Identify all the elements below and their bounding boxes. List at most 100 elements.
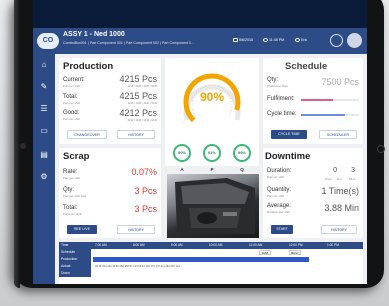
performance-label: P [210, 167, 214, 172]
scheduler-button[interactable]: SCHEDULER [319, 130, 357, 139]
duration-sublabel: Part per shift [267, 175, 285, 179]
fulfilment-label: Fulfilment: [267, 96, 295, 102]
oee-card: 90% 90% 91% 99% [165, 58, 259, 166]
page-title: ASSY 1 - Ned 1000 [63, 31, 125, 38]
scrap-qty-sublabel: Part per shift part [63, 194, 87, 198]
date-text: 6/6/2015 [239, 38, 253, 42]
qty-sublabel: Production Part [267, 84, 288, 88]
time-indicator: 11:45 PM [263, 38, 285, 43]
timeline-tick: 9:00 AM [171, 243, 183, 247]
current-value: 4215 Pcs [119, 74, 157, 84]
good-sublabel: Part per shift [63, 117, 81, 121]
schedule-title: Schedule [285, 61, 328, 72]
good-detail: 4212 | 1040 | 1040 | 1040 [127, 119, 157, 122]
clock-icon [263, 38, 268, 43]
downtime-history-button[interactable]: HISTORY [321, 225, 357, 234]
timeline-tick: 12:00 PM [289, 243, 303, 247]
timeline-tick: 10:00 AM [209, 243, 223, 247]
scrap-rate-sublabel: Part per shift [63, 176, 81, 180]
fulfilment-bar [301, 99, 359, 101]
start-button[interactable]: START [271, 225, 293, 234]
average-value: 3.88 Min [324, 203, 359, 213]
performance-ring: 91% [203, 144, 221, 162]
quantity-value: 1 Time(s) [321, 186, 359, 196]
changeover-button[interactable]: CHANGEOVER [67, 130, 107, 139]
busy-badge: BUSY [289, 250, 301, 255]
time-text: 11:45 PM [269, 38, 285, 42]
scrap-history-button[interactable]: HISTORY [117, 225, 155, 234]
average-label: Average: [267, 203, 291, 209]
home-icon[interactable]: ⌂ [39, 60, 49, 70]
good-value: 4212 Pcs [119, 108, 157, 118]
user-indicator[interactable]: Eric [295, 38, 308, 43]
scrap-title: Scrap [63, 151, 90, 162]
oee-value: 90% [199, 90, 225, 104]
quantity-sublabel: Part per shift [267, 194, 285, 198]
schedule-card: Schedule Qty: Production Part 7500 Pcs F… [263, 58, 363, 144]
current-detail: 4215 | 1040 | 1040 | 1040 [127, 85, 157, 88]
camera-icon [20, 143, 26, 149]
calendar-icon [233, 38, 238, 43]
settings-icon[interactable]: ⚙ [39, 172, 49, 182]
settings-menu-icon[interactable] [330, 34, 343, 47]
wrench-icon[interactable]: ✎ [39, 82, 49, 92]
total-detail: 4215 | 1040 | 1040 | 1040 [127, 102, 157, 105]
downtime-card: Downtime Duration: Part per shift 0 3 Da… [263, 148, 363, 238]
task-badge: TASK [259, 250, 271, 255]
timeline-tick: 8:00 AM [133, 243, 145, 247]
production-history-button[interactable]: HISTORY [117, 130, 155, 139]
scrap-card: Scrap Rate: Part per shift 0.07% Qty: Pa… [59, 148, 161, 238]
availability-ring: 90% [173, 144, 191, 162]
duration-hours: 3 [351, 167, 355, 174]
home-button-icon [377, 145, 385, 153]
date-indicator: 6/6/2015 [233, 38, 253, 43]
sidebar: ⌂ ✎ ☰ ▭ ▤ ⚙ [33, 54, 55, 284]
timeline-production-header: Production [59, 256, 91, 263]
qty-label: Qty: [267, 77, 279, 83]
list-icon[interactable]: ☰ [39, 104, 49, 114]
app-screen: CO ASSY 1 - Ned 1000 ComboBox001 | Part … [33, 28, 367, 284]
quantity-label: Quantity: [267, 187, 292, 193]
monitor-icon[interactable]: ▭ [39, 126, 49, 136]
production-card: Production Current: Part per shift 4215 … [59, 58, 161, 144]
cycle-time-bar [301, 114, 359, 116]
cycle-time-label: Cycle time: [267, 111, 297, 117]
timeline-actual-header: Actual [59, 263, 91, 270]
duration-label: Duration: [267, 168, 292, 174]
scrap-rate-label: Rate: [63, 169, 78, 175]
cycle-time-button[interactable]: CYCLE TIME [271, 130, 307, 139]
good-label: Good: [63, 110, 80, 116]
production-bar [93, 257, 309, 262]
availability-label: A [180, 167, 184, 172]
user-name: Eric [301, 38, 308, 42]
tablet-edge [14, 0, 20, 288]
scrap-qty-value: 3 Pcs [134, 186, 157, 196]
duration-days: 0 [333, 167, 337, 174]
scrap-total-label: Total: [63, 205, 78, 211]
timeline-tick: 11:00 AM [249, 243, 263, 247]
timeline-actual-row: Actual 46 48 264 140 46 69 266 256 53 21… [59, 263, 363, 270]
avatar[interactable] [347, 33, 362, 48]
timeline-time-row: Time 7:00 AM 8:00 AM 9:00 AM 10:00 AM 11… [59, 242, 363, 249]
timeline-schedule-header: Schedule [59, 249, 91, 256]
app-header: CO ASSY 1 - Ned 1000 ComboBox001 | Part … [33, 28, 367, 54]
duration-unit-mins: Mins [349, 177, 356, 181]
average-sublabel: Duration per shift [267, 210, 290, 214]
part-photo [167, 174, 259, 238]
timeline-tick: 1:00 PM [327, 243, 339, 247]
total-value: 4215 Pcs [119, 91, 157, 101]
see-live-button[interactable]: SEE LIVE [67, 225, 97, 234]
total-label: Total: [63, 94, 78, 100]
quality-label: Q [240, 167, 244, 172]
document-icon[interactable]: ▤ [39, 150, 49, 160]
current-sublabel: Part per shift [63, 84, 81, 88]
timeline-schedule-row: Schedule TASK BUSY [59, 249, 363, 256]
cycle-time-bar-fill [301, 114, 345, 116]
production-title: Production [63, 61, 114, 72]
timeline-production-row: Production [59, 256, 363, 263]
timeline-actual-values: 46 48 264 140 46 69 266 256 53 213 53 42… [95, 265, 180, 268]
top-screen-strip [33, 0, 367, 28]
production-timeline: Time 7:00 AM 8:00 AM 9:00 AM 10:00 AM 11… [59, 242, 363, 284]
total-sublabel: Part per shift [63, 101, 81, 105]
timeline-down-row: Down [59, 270, 363, 277]
